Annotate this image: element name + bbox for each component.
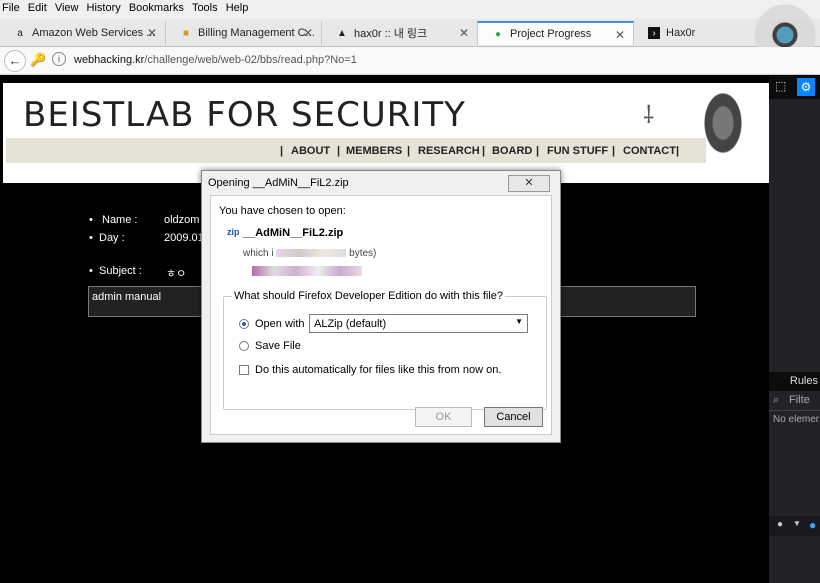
back-button[interactable]: ← — [4, 50, 26, 72]
amazon-icon: a — [17, 27, 23, 39]
tab-label: Billing Management C... — [198, 27, 315, 39]
zip-file-icon: zip — [227, 227, 240, 237]
skater-image: ⸸ — [643, 102, 655, 129]
tab-label: Project Progress — [510, 28, 592, 40]
close-icon[interactable]: ✕ — [615, 28, 625, 42]
nav-board[interactable]: BOARD — [492, 145, 532, 157]
ok-button[interactable]: OK — [415, 407, 472, 427]
info-icon[interactable]: i — [52, 52, 66, 66]
nav-separator: | — [612, 145, 616, 157]
menu-edit[interactable]: Edit — [26, 0, 50, 14]
close-icon[interactable]: ✕ — [303, 26, 313, 40]
menu-bookmarks[interactable]: Bookmarks — [127, 0, 187, 14]
nav-separator: | — [536, 145, 540, 157]
download-dialog: Opening __AdMiN__FiL2.zip ✕ You have cho… — [201, 170, 561, 443]
close-icon[interactable]: ✕ — [147, 26, 157, 40]
name-value: oldzom — [164, 214, 200, 226]
green-shield-icon: ● — [494, 28, 502, 40]
no-element-text: No elemer — [773, 414, 820, 425]
menu-bar: File Edit View History Bookmarks Tools H… — [0, 0, 820, 19]
tab-strip: a Amazon Web Services ... ✕ ■ Billing Ma… — [0, 19, 820, 47]
key-icon[interactable]: 🔑 — [30, 52, 46, 68]
redacted-file-type — [276, 249, 347, 258]
post-content-text: admin manual — [92, 291, 162, 303]
url-bar[interactable]: webhacking.kr/challenge/web/web-02/bbs/r… — [74, 54, 357, 66]
package-icon: ■ — [182, 27, 190, 39]
toggle-icon[interactable]: ● — [809, 518, 816, 532]
day-label: Day : — [99, 232, 125, 244]
nav-contact[interactable]: CONTACT — [623, 145, 676, 157]
nav-separator: | — [280, 145, 284, 157]
open-with-radio[interactable] — [239, 319, 249, 329]
terminal-icon: › — [648, 27, 660, 39]
nav-fun-stuff[interactable]: FUN STUFF — [547, 145, 608, 157]
menu-help[interactable]: Help — [224, 0, 252, 14]
auto-checkbox[interactable] — [239, 365, 249, 375]
gear-icon[interactable]: ⚙ — [797, 78, 815, 96]
subject-value: ㅎㅇ — [166, 268, 187, 280]
chevron-down-icon: ▼ — [515, 317, 523, 326]
bullet: • — [89, 214, 93, 226]
nav-about[interactable]: ABOUT — [291, 145, 330, 157]
triangle-icon: ▲ — [337, 27, 347, 39]
menu-tools[interactable]: Tools — [190, 0, 221, 14]
navigation-bar: ← 🔑 i webhacking.kr/challenge/web/web-02… — [0, 47, 820, 75]
nav-separator: | — [337, 145, 341, 157]
tab-billing[interactable]: ■ Billing Management C... ✕ — [166, 21, 322, 45]
subject-label: Subject : — [99, 265, 142, 277]
menu-view[interactable]: View — [53, 0, 82, 14]
tab-hax0r-links[interactable]: ▲ hax0r :: 내 링크 ✕ — [322, 21, 478, 45]
site-nav: | ABOUT | MEMBERS | RESEARCH | BOARD | F… — [6, 138, 706, 163]
devtools-bottom-bar: ● ▼ ● — [769, 516, 820, 536]
nav-separator: | — [676, 145, 680, 157]
nav-research[interactable]: RESEARCH — [418, 145, 480, 157]
filter-placeholder: Filte — [789, 394, 810, 406]
tab-label: hax0r :: 내 링크 — [354, 28, 428, 40]
chevron-down-icon[interactable]: ▼ — [793, 519, 801, 528]
tab-label: Hax0r — [666, 27, 696, 39]
url-host: webhacking.kr — [74, 54, 145, 66]
file-name: __AdMiN__FiL2.zip — [243, 227, 344, 239]
open-with-label[interactable]: Open with — [255, 318, 305, 330]
tab-rules[interactable]: Rules — [769, 372, 820, 391]
which-suffix: bytes) — [349, 248, 377, 259]
element-picker-icon[interactable]: ⬚ — [775, 79, 786, 93]
tab-label: Amazon Web Services ... — [32, 27, 156, 39]
action-group: What should Firefox Developer Edition do… — [223, 290, 547, 410]
open-with-select[interactable]: ALZip (default) ▼ — [309, 314, 528, 333]
search-icon: ⌕ — [773, 394, 780, 406]
tab-project-progress[interactable]: ● Project Progress ✕ — [477, 21, 634, 45]
dialog-title: Opening __AdMiN__FiL2.zip — [208, 177, 349, 189]
name-label: Name : — [102, 214, 138, 226]
url-path: /challenge/web/web-02/bbs/read.php?No=1 — [144, 54, 357, 66]
bullet: • — [89, 265, 93, 277]
tab-amazon[interactable]: a Amazon Web Services ... ✕ — [0, 21, 166, 45]
auto-label[interactable]: Do this automatically for files like thi… — [255, 364, 501, 376]
save-file-label[interactable]: Save File — [255, 340, 301, 352]
color-dot-icon[interactable]: ● — [777, 519, 783, 530]
nav-separator: | — [482, 145, 486, 157]
chosen-text: You have chosen to open: — [219, 205, 346, 217]
devtools-toolbar: ⬚ ⚙ — [769, 75, 820, 99]
dialog-body: You have chosen to open: zip __AdMiN__Fi… — [210, 195, 552, 435]
open-with-value: ALZip (default) — [314, 318, 387, 330]
close-icon[interactable]: ✕ — [459, 26, 469, 40]
menu-history[interactable]: History — [85, 0, 124, 14]
devtools-panel: ⬚ ⚙ Rules ⌕ Filte No elemer ● ▼ ● — [769, 75, 820, 583]
bullet: • — [89, 232, 93, 244]
nav-members[interactable]: MEMBERS — [346, 145, 402, 157]
cancel-button[interactable]: Cancel — [484, 407, 543, 427]
site-title: BEISTLAB FOR SECURITY — [23, 95, 466, 135]
save-file-radio[interactable] — [239, 341, 249, 351]
redacted-source — [252, 266, 362, 276]
rules-label: Rules — [789, 375, 818, 387]
close-button[interactable]: ✕ — [508, 175, 550, 192]
site-banner: BEISTLAB FOR SECURITY ⸸ | ABOUT | MEMBER… — [3, 83, 769, 183]
action-group-label: What should Firefox Developer Edition do… — [232, 290, 506, 302]
file-type-text: which i bytes) — [243, 248, 376, 259]
nav-separator: | — [407, 145, 411, 157]
menu-file[interactable]: File — [0, 0, 23, 14]
which-prefix: which i — [243, 248, 274, 259]
rules-filter[interactable]: ⌕ Filte — [769, 391, 820, 411]
